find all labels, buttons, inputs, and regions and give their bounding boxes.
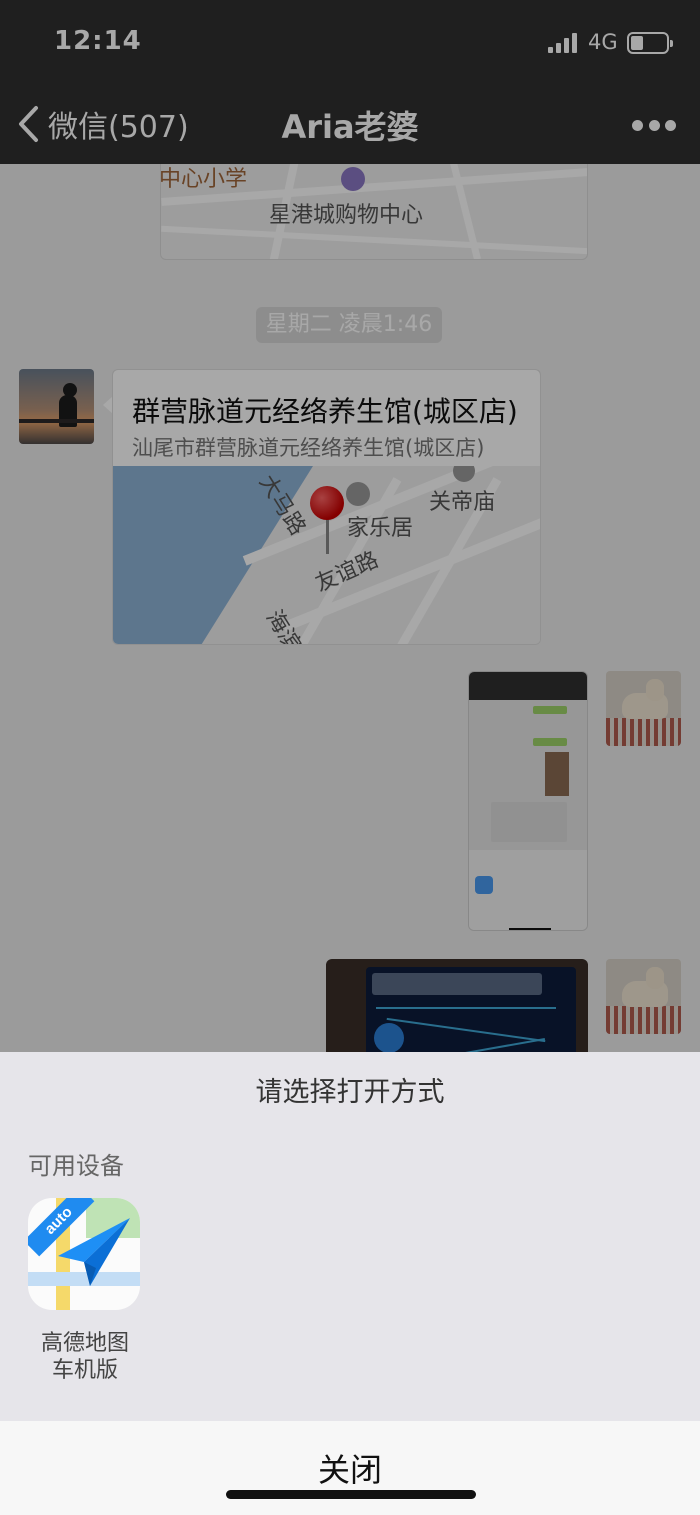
paper-plane-icon: [58, 1218, 130, 1286]
home-indicator[interactable]: [226, 1490, 476, 1499]
sheet-title: 请选择打开方式: [255, 1077, 445, 1108]
amap-auto-app-icon[interactable]: auto: [28, 1198, 140, 1310]
close-button[interactable]: 关闭: [0, 1421, 700, 1515]
app-name-line-1: 高德地图: [40, 1331, 129, 1356]
section-label: 可用设备: [28, 1152, 124, 1180]
app-name: 高德地图 车机版: [20, 1330, 150, 1384]
close-label: 关闭: [317, 1451, 382, 1489]
open-with-sheet: 请选择打开方式 可用设备 auto 高德地图 车机版: [0, 1052, 700, 1421]
app-name-line-2: 车机版: [51, 1358, 118, 1383]
modal-overlay[interactable]: [0, 0, 700, 1052]
